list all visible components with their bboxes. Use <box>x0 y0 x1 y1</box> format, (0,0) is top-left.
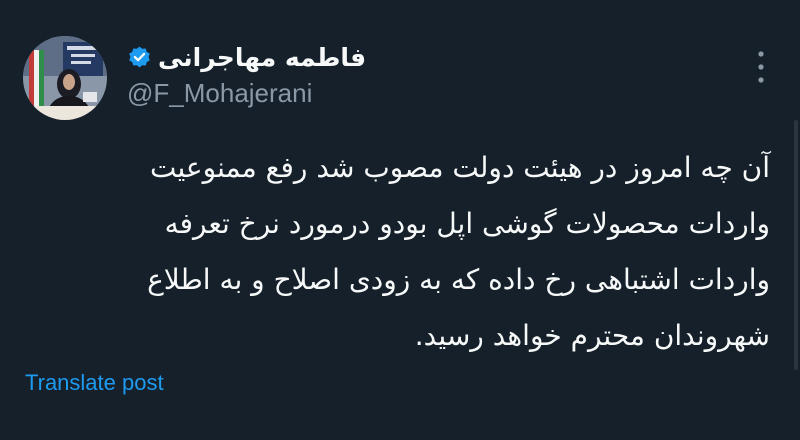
author-display-name[interactable]: فاطمه مهاجرانی <box>158 43 366 72</box>
author-handle[interactable]: @F_Mohajerani <box>127 78 312 109</box>
verified-badge-icon <box>127 45 152 70</box>
author-name-row: فاطمه مهاجرانی <box>127 40 366 74</box>
scrollbar[interactable] <box>794 120 798 370</box>
more-vertical-icon[interactable] <box>748 42 774 92</box>
translate-post-link[interactable]: Translate post <box>25 370 164 396</box>
avatar-image <box>23 36 107 120</box>
avatar[interactable] <box>23 36 107 120</box>
tweet-text: آن چه امروز در هیئت دولت مصوب شد رفع ممن… <box>147 151 770 352</box>
tweet-card: فاطمه مهاجرانی @F_Mohajerani آن چه امروز… <box>0 0 800 440</box>
